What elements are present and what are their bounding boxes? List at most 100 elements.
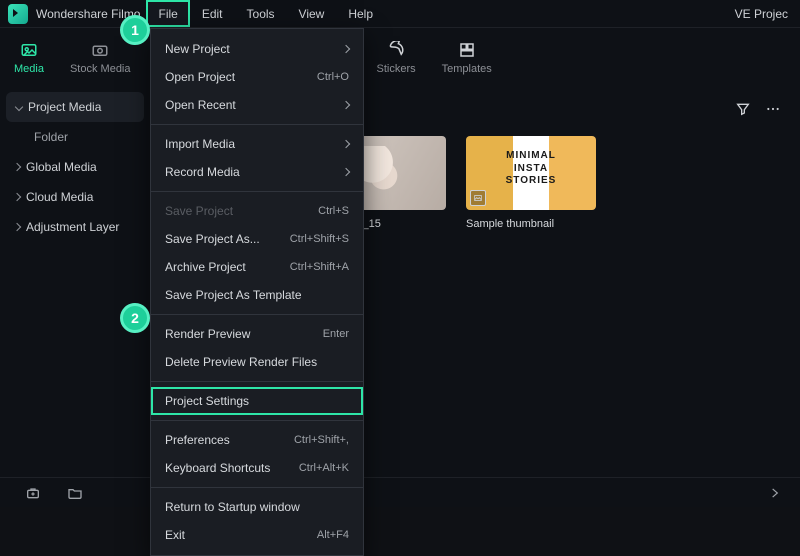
menu-item-label: Record Media — [165, 165, 240, 179]
menu-item-shortcut: Alt+F4 — [317, 529, 349, 541]
menu-item-keyboard-shortcuts[interactable]: Keyboard ShortcutsCtrl+Alt+K — [151, 454, 363, 482]
menu-item-label: Open Project — [165, 70, 235, 84]
menu-item-exit[interactable]: Exit Alt+F4 — [151, 521, 363, 549]
menu-item-shortcut: Ctrl+Shift+S — [290, 233, 349, 245]
menu-tools[interactable]: Tools — [235, 0, 287, 27]
menu-item-return-to-startup-window[interactable]: Return to Startup window — [151, 493, 363, 521]
thumbnail-sample: MINIMAL INSTA STORIES — [466, 136, 596, 210]
tab-templates[interactable]: Templates — [442, 41, 492, 75]
menu-item-open-project[interactable]: Open Project Ctrl+O — [151, 63, 363, 91]
menu-item-label: Import Media — [165, 137, 235, 151]
menu-item-label: Save Project As... — [165, 232, 260, 246]
step-badge-1: 1 — [120, 15, 150, 45]
menu-item-save-project: Save Project Ctrl+S — [151, 197, 363, 225]
chevron-right-icon — [13, 223, 21, 231]
menu-item-label: Render Preview — [165, 327, 250, 341]
footer-bar — [0, 477, 800, 507]
tab-media-label: Media — [14, 63, 44, 75]
media-tab-bar: Media Stock Media Stickers Templates — [0, 28, 800, 88]
menu-item-save-project-as-template[interactable]: Save Project As Template — [151, 281, 363, 309]
sidebar: Project Media Folder Global Media Cloud … — [0, 88, 150, 477]
tab-stickers-label: Stickers — [377, 63, 416, 75]
menu-item-new-project[interactable]: New Project — [151, 35, 363, 63]
menu-item-delete-preview-render-files[interactable]: Delete Preview Render Files — [151, 348, 363, 376]
menu-item-shortcut: Ctrl+Shift+A — [290, 261, 349, 273]
sidebar-item-label: Cloud Media — [26, 190, 93, 204]
chevron-right-icon — [13, 193, 21, 201]
sidebar-item-project-media[interactable]: Project Media — [6, 92, 144, 122]
menu-view[interactable]: View — [287, 0, 337, 27]
sidebar-item-label: Folder — [34, 130, 68, 144]
menu-edit[interactable]: Edit — [190, 0, 235, 27]
menu-item-label: Project Settings — [165, 394, 249, 408]
menu-separator — [151, 487, 363, 488]
menu-item-open-recent[interactable]: Open Recent — [151, 91, 363, 119]
collapse-button[interactable] — [764, 482, 786, 504]
menu-item-render-preview[interactable]: Render Preview Enter — [151, 320, 363, 348]
menu-item-import-media[interactable]: Import Media — [151, 130, 363, 158]
step-badge-2: 2 — [120, 303, 150, 333]
menu-item-archive-project[interactable]: Archive Project Ctrl+Shift+A — [151, 253, 363, 281]
menu-separator — [151, 314, 363, 315]
filter-button[interactable] — [732, 98, 754, 120]
tab-templates-label: Templates — [442, 63, 492, 75]
tab-stickers[interactable]: Stickers — [377, 41, 416, 75]
more-icon — [765, 101, 781, 117]
menu-item-label: Archive Project — [165, 260, 246, 274]
app-logo-icon — [8, 4, 28, 24]
menu-item-shortcut: Ctrl+Shift+, — [294, 434, 349, 446]
menu-item-record-media[interactable]: Record Media — [151, 158, 363, 186]
tab-stock-media-label: Stock Media — [70, 63, 131, 75]
more-button[interactable] — [762, 98, 784, 120]
menu-item-label: Delete Preview Render Files — [165, 355, 317, 369]
chevron-right-icon — [342, 45, 350, 53]
sidebar-item-label: Adjustment Layer — [26, 220, 119, 234]
menu-item-shortcut: Ctrl+S — [318, 205, 349, 217]
chevron-right-icon — [342, 101, 350, 109]
filter-icon — [735, 101, 751, 117]
chevron-right-icon — [342, 140, 350, 148]
image-icon — [19, 41, 39, 59]
menu-help[interactable]: Help — [336, 0, 385, 27]
chevron-right-icon — [342, 168, 350, 176]
project-title: VE Projec — [735, 7, 788, 21]
menu-separator — [151, 124, 363, 125]
menu-separator — [151, 191, 363, 192]
menu-item-save-project-as[interactable]: Save Project As... Ctrl+Shift+S — [151, 225, 363, 253]
menu-item-label: Return to Startup window — [165, 500, 300, 514]
menu-item-shortcut: Ctrl+Alt+K — [299, 462, 349, 474]
templates-icon — [457, 41, 477, 59]
chevron-right-icon — [13, 163, 21, 171]
sidebar-item-adjustment-layer[interactable]: Adjustment Layer — [0, 212, 150, 242]
menu-item-label: Open Recent — [165, 98, 236, 112]
thumbnail-overlay-text: MINIMAL INSTA STORIES — [466, 150, 596, 188]
menu-bar: File Edit Tools View Help — [146, 0, 385, 27]
sidebar-item-label: Project Media — [28, 100, 101, 114]
sidebar-item-cloud-media[interactable]: Cloud Media — [0, 182, 150, 212]
menu-item-shortcut: Enter — [323, 328, 349, 340]
sidebar-item-label: Global Media — [26, 160, 97, 174]
sticker-icon — [386, 41, 406, 59]
menu-item-label: Exit — [165, 528, 185, 542]
menu-item-preferences[interactable]: Preferences Ctrl+Shift+, — [151, 426, 363, 454]
new-folder-button[interactable] — [64, 482, 86, 504]
body-area: Project Media Folder Global Media Cloud … — [0, 88, 800, 477]
menu-item-label: Preferences — [165, 433, 230, 447]
tab-media[interactable]: Media — [14, 41, 44, 75]
menu-item-project-settings[interactable]: Project Settings — [151, 387, 363, 415]
menu-item-label: Save Project — [165, 204, 233, 218]
sidebar-item-folder[interactable]: Folder — [0, 122, 150, 152]
thumbnail-caption: Sample thumbnail — [466, 218, 596, 230]
chevron-down-icon — [15, 103, 23, 111]
menu-item-shortcut: Ctrl+O — [317, 71, 349, 83]
media-card[interactable]: MINIMAL INSTA STORIES Sample thumbnail — [466, 136, 596, 230]
menu-item-label: Save Project As Template — [165, 288, 302, 302]
camera-icon — [90, 41, 110, 59]
file-menu-dropdown: New Project Open Project Ctrl+O Open Recent… — [150, 28, 364, 556]
menu-separator — [151, 381, 363, 382]
tab-stock-media[interactable]: Stock Media — [70, 41, 131, 75]
image-badge-icon — [470, 190, 486, 206]
new-bin-button[interactable] — [22, 482, 44, 504]
menu-file[interactable]: File — [146, 0, 189, 27]
sidebar-item-global-media[interactable]: Global Media — [0, 152, 150, 182]
